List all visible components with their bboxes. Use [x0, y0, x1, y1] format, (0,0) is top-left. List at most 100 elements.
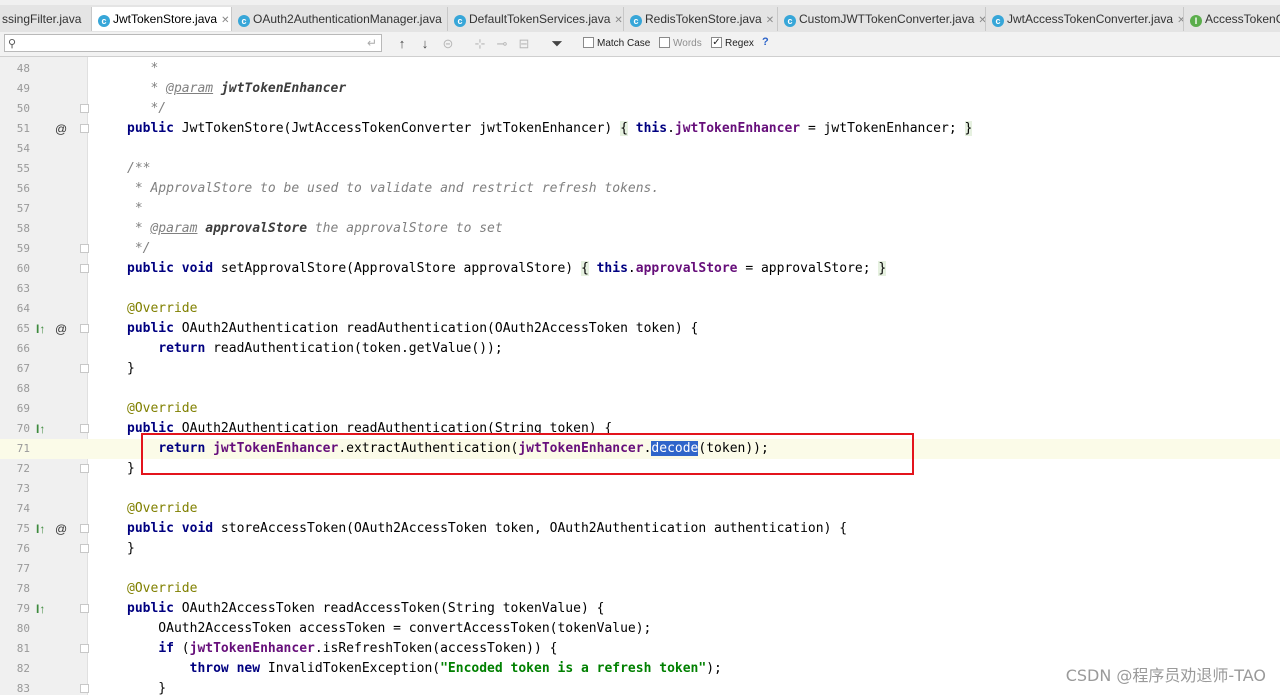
line-number: 67 [16, 362, 30, 375]
code-editor[interactable]: 48 * 49 * @param jwtTokenEnhancer 50 */ … [0, 57, 1280, 695]
line-number: 71 [16, 442, 30, 455]
select-all-occurrences-icon[interactable]: ⊟ [516, 35, 532, 52]
tab-label: RedisTokenStore.java [645, 12, 762, 26]
code-line: 49 * @param jwtTokenEnhancer [0, 79, 1280, 99]
code-text: * @param approvalStore the approvalStore… [127, 221, 503, 236]
line-number: 54 [16, 142, 30, 155]
code-line: 76 } [0, 539, 1280, 559]
code-line: 51 @ public JwtTokenStore(JwtAccessToken… [0, 119, 1280, 139]
match-case-label[interactable]: Match Case [597, 37, 650, 50]
line-number: 69 [16, 402, 30, 415]
close-icon[interactable]: ✕ [978, 15, 985, 26]
tab-jwttokenstore[interactable]: c JwtTokenStore.java ✕ [92, 7, 232, 31]
code-line: 78 @Override [0, 579, 1280, 599]
fold-marker-icon[interactable] [80, 424, 89, 433]
code-text: } [127, 461, 135, 476]
words-label[interactable]: Words [673, 37, 702, 50]
code-text: * @param jwtTokenEnhancer [127, 81, 347, 96]
code-text: @Override [127, 301, 198, 316]
implements-method-icon[interactable]: I↑ [36, 602, 45, 616]
filter-icon[interactable]: ⏷ [549, 35, 565, 52]
remove-occurrence-icon[interactable]: ⊸ [494, 35, 510, 52]
code-text: @Override [127, 501, 198, 516]
line-number: 63 [16, 282, 30, 295]
tab-defaulttokenservices[interactable]: c DefaultTokenServices.java ✕ [448, 7, 624, 31]
code-text: public void setApprovalStore(ApprovalSto… [127, 261, 887, 276]
tab-jwtaccesstokenconverter[interactable]: cJwtAccessTokenConverter.java✕ [986, 7, 1184, 31]
line-number: 82 [16, 662, 30, 675]
code-line: 56 * ApprovalStore to be used to validat… [0, 179, 1280, 199]
tab-oauth2authenticationmanager[interactable]: cOAuth2AuthenticationManager.java✕ [232, 7, 448, 31]
annotation-at-icon[interactable]: @ [55, 322, 67, 336]
fold-marker-icon[interactable] [80, 524, 89, 533]
add-occurrence-icon[interactable]: ⊹ [472, 35, 488, 52]
code-text: } [127, 541, 135, 556]
line-number: 76 [16, 542, 30, 555]
code-line: 50 */ [0, 99, 1280, 119]
code-text: public void storeAccessToken(OAuth2Acces… [127, 521, 848, 536]
close-icon[interactable]: ✕ [221, 15, 229, 26]
tab-label: ssingFilter.java [2, 12, 82, 26]
code-line: 74 @Override [0, 499, 1280, 519]
fold-marker-icon[interactable] [80, 464, 89, 473]
tab-redistokenstore[interactable]: c RedisTokenStore.java ✕ [624, 7, 778, 31]
line-number: 51 [16, 122, 30, 135]
implements-method-icon[interactable]: I↑ [36, 322, 45, 336]
java-class-icon: c [784, 15, 796, 27]
fold-marker-icon[interactable] [80, 324, 89, 333]
red-highlight-annotation [141, 433, 914, 475]
fold-marker-icon[interactable] [80, 104, 89, 113]
search-input[interactable] [23, 36, 347, 52]
java-interface-icon: I [1190, 15, 1202, 27]
fold-marker-icon[interactable] [80, 244, 89, 253]
code-text: } [127, 361, 135, 376]
search-box[interactable]: ⚲ ↵ [4, 34, 382, 52]
help-button[interactable]: ? [762, 36, 769, 48]
implements-method-icon[interactable]: I↑ [36, 422, 45, 436]
close-icon[interactable]: ✕ [614, 15, 622, 26]
tab-ssingfilter[interactable]: ssingFilter.java [0, 7, 92, 31]
line-number: 58 [16, 222, 30, 235]
fold-marker-icon[interactable] [80, 264, 89, 273]
code-text: * ApprovalStore to be used to validate a… [127, 181, 660, 196]
fold-marker-icon[interactable] [80, 604, 89, 613]
line-number: 48 [16, 62, 30, 75]
code-line: 66 return readAuthentication(token.getVa… [0, 339, 1280, 359]
code-text: @Override [127, 581, 198, 596]
java-class-icon: c [238, 15, 250, 27]
line-number: 70 [16, 422, 30, 435]
line-number: 83 [16, 682, 30, 695]
tab-label: JwtTokenStore.java [113, 12, 218, 26]
annotation-at-icon[interactable]: @ [55, 122, 67, 136]
close-icon[interactable]: ✕ [766, 15, 774, 26]
regex-checkbox[interactable]: ✓ [711, 37, 722, 48]
fold-marker-icon[interactable] [80, 684, 89, 693]
java-class-icon: c [630, 15, 642, 27]
words-checkbox[interactable] [659, 37, 670, 48]
regex-label[interactable]: Regex [725, 37, 754, 50]
search-icon[interactable]: ⚲ [8, 37, 16, 50]
code-text: return readAuthentication(token.getValue… [158, 341, 503, 356]
next-occurrence-icon[interactable]: ↓ [417, 35, 433, 52]
annotation-at-icon[interactable]: @ [55, 522, 67, 536]
previous-occurrence-icon[interactable]: ↑ [394, 35, 410, 52]
tab-accesstokenconverter[interactable]: I AccessTokenC [1184, 7, 1280, 31]
fold-marker-icon[interactable] [80, 544, 89, 553]
line-number: 66 [16, 342, 30, 355]
tab-customjwttokenconverter[interactable]: c CustomJWTTokenConverter.java ✕ [778, 7, 986, 31]
implements-method-icon[interactable]: I↑ [36, 522, 45, 536]
line-number: 81 [16, 642, 30, 655]
match-case-checkbox[interactable] [583, 37, 594, 48]
find-all-icon[interactable]: ⊝ [440, 35, 456, 52]
code-line: 48 * [0, 59, 1280, 79]
line-number: 80 [16, 622, 30, 635]
code-line: 80 OAuth2AccessToken accessToken = conve… [0, 619, 1280, 639]
java-class-icon: c [98, 15, 110, 27]
fold-marker-icon[interactable] [80, 644, 89, 653]
fold-marker-icon[interactable] [80, 124, 89, 133]
code-text: public OAuth2Authentication readAuthenti… [127, 321, 699, 336]
close-icon[interactable]: ✕ [1177, 15, 1183, 26]
fold-marker-icon[interactable] [80, 364, 89, 373]
watermark: CSDN @程序员劝退师-TAO [1065, 666, 1266, 685]
code-line: 59 */ [0, 239, 1280, 259]
